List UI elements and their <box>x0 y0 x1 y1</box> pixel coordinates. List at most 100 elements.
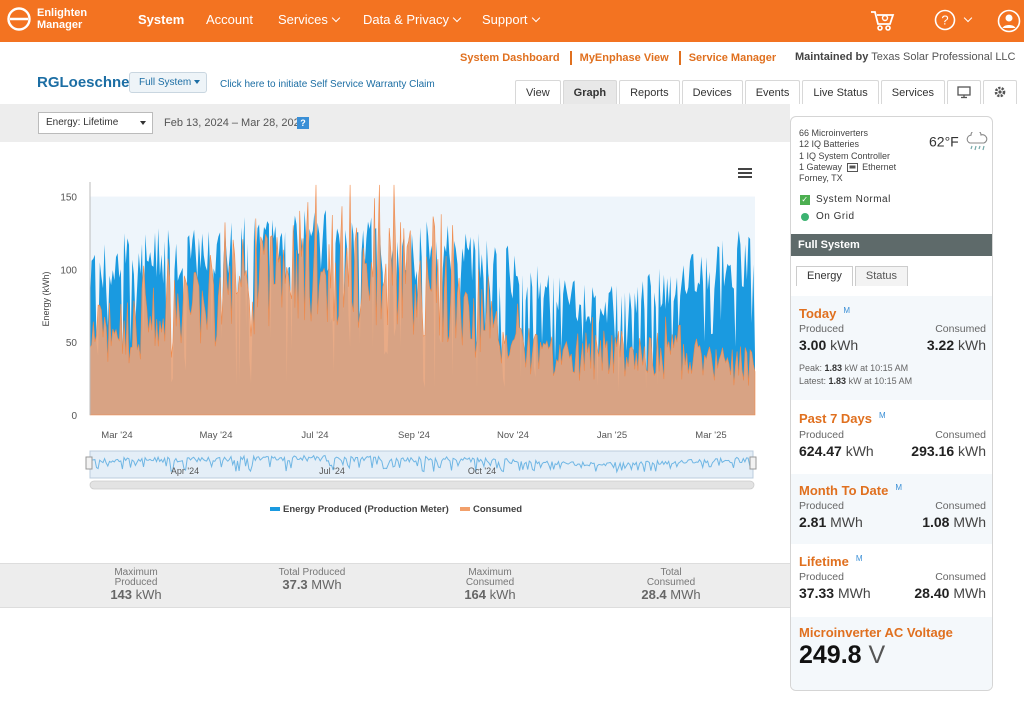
legend-swatch <box>270 507 280 511</box>
date-range: Feb 13, 2024 – Mar 28, 2025 <box>164 117 306 129</box>
legend-label: Consumed <box>473 504 522 515</box>
link-system-dashboard[interactable]: System Dashboard <box>460 52 560 64</box>
tab-live-status[interactable]: Live Status <box>802 80 879 104</box>
energy-range-select[interactable]: Energy: Lifetime <box>38 112 153 134</box>
summary-total-consumed: Total Consumed 28.4 MWh <box>625 568 717 602</box>
today-latest: Latest: 1.83 kW at 10:15 AM <box>799 376 912 386</box>
y-axis-title: Energy (kWh) <box>41 271 51 326</box>
weather: 62°F <box>929 129 989 154</box>
navigator-handle-right <box>749 456 757 470</box>
panel-tabs: Energy Status <box>796 266 910 286</box>
tab-reports[interactable]: Reports <box>619 80 680 104</box>
nav-data-privacy[interactable]: Data & Privacy <box>363 12 462 27</box>
today-title-text: Today <box>799 306 837 321</box>
gear-icon <box>994 86 1006 98</box>
x-tick-label: Jan '25 <box>597 430 627 441</box>
logo-text-line2: Manager <box>37 19 83 31</box>
past7-produced: 624.47 kWh <box>799 443 874 459</box>
today-produced: 3.00 kWh <box>799 337 858 353</box>
system-info: 66 Microinverters 12 IQ Batteries 1 IQ S… <box>799 128 896 184</box>
tab-view[interactable]: View <box>515 80 561 104</box>
summary-unit: MWh <box>670 587 701 602</box>
link-service-manager[interactable]: Service Manager <box>689 52 776 64</box>
today-peak: Peak: 1.83 kW at 10:15 AM <box>799 363 908 373</box>
tab-graph[interactable]: Graph <box>562 80 618 104</box>
latest-value: 1.83 <box>828 376 847 386</box>
x-tick-label: May '24 <box>200 430 233 441</box>
legend-swatch <box>460 507 470 511</box>
summary-value: 28.4 <box>641 587 667 602</box>
meter-badge: M <box>855 554 863 563</box>
lifetime-produced-value: 37.33 <box>799 585 835 601</box>
summary-unit: MWh <box>311 577 342 592</box>
enlighten-logo[interactable]: Enlighten Manager <box>6 6 87 32</box>
help-circle-icon: ? <box>934 9 956 31</box>
chevron-down-icon <box>963 13 973 23</box>
tab-status[interactable]: Status <box>854 266 909 286</box>
consumed-label: Consumed <box>935 500 986 512</box>
produced-label: Produced <box>799 323 844 335</box>
info-batteries: 12 IQ Batteries <box>799 139 860 150</box>
chart-menu-icon[interactable] <box>738 168 752 180</box>
today-title: Today M <box>799 306 850 321</box>
today-consumed-value: 3.22 <box>926 337 955 353</box>
section-title: Full System <box>791 234 992 256</box>
cart-icon[interactable] <box>870 9 896 36</box>
mtd-title: Month To Date M <box>799 483 902 498</box>
maintained-by-company: Texas Solar Professional LLC <box>871 51 1016 63</box>
x-tick-label: Sep '24 <box>398 430 430 441</box>
mtd-block: Month To Date M Produced Consumed 2.81 MW… <box>791 474 992 544</box>
navigator-tick-label: Apr '24 <box>171 466 199 476</box>
nav-account[interactable]: Account <box>206 12 253 27</box>
info-controller: 1 IQ System Controller <box>799 150 891 161</box>
summary-value: 164 <box>464 587 487 602</box>
lifetime-consumed-value: 28.40 <box>914 585 950 601</box>
legend-label: Energy Produced (Production Meter) <box>283 504 449 515</box>
past7-title-text: Past 7 Days <box>799 411 872 426</box>
system-select[interactable]: Full System <box>129 72 207 93</box>
navigator-handle-left <box>85 456 93 470</box>
energy-range-value: Energy: Lifetime <box>46 117 119 128</box>
chevron-down-icon <box>452 13 462 22</box>
tab-events[interactable]: Events <box>744 80 801 104</box>
graph-filter-bar: Energy: Lifetime Feb 13, 2024 – Mar 28, … <box>0 104 790 142</box>
help-icon[interactable]: ? <box>297 117 309 129</box>
lifetime-consumed: 28.40 MWh <box>914 585 986 601</box>
peak-rest: kW at 10:15 AM <box>844 363 909 373</box>
tab-services[interactable]: Services <box>880 80 945 104</box>
mtd-produced-unit: MWh <box>830 514 863 530</box>
info-location: Forney, TX <box>799 173 843 184</box>
summary-max-produced: Maximum Produced 143 kWh <box>90 568 182 602</box>
lifetime-consumed-unit: MWh <box>953 585 986 601</box>
lifetime-produced: 37.33 MWh <box>799 585 871 601</box>
nav-services[interactable]: Services <box>278 12 341 27</box>
tab-devices[interactable]: Devices <box>681 80 743 104</box>
voltage-block: Microinverter AC Voltage 249.8 V <box>791 617 992 690</box>
nav-system-label: System <box>138 12 185 27</box>
tab-energy[interactable]: Energy <box>796 266 853 286</box>
divider <box>569 51 572 65</box>
past7-block: Past 7 Days M Produced Consumed 624.47 kW… <box>791 402 992 472</box>
summary-max-consumed: Maximum Consumed 164 kWh <box>444 568 536 602</box>
meter-badge: M <box>895 483 902 492</box>
link-myenphase-view[interactable]: MyEnphase View <box>580 52 669 64</box>
status-normal-label: System Normal <box>816 194 891 205</box>
nav-account-label: Account <box>206 12 253 27</box>
voltage-unit: V <box>868 641 886 669</box>
help-menu[interactable]: ? <box>934 9 973 31</box>
tab-monitor[interactable] <box>946 80 981 104</box>
nav-support[interactable]: Support <box>482 12 540 27</box>
nav-support-label: Support <box>482 12 528 27</box>
check-icon: ✓ <box>800 194 810 205</box>
enphase-logo-icon <box>7 7 31 31</box>
user-icon[interactable] <box>997 9 1021 36</box>
today-consumed: 3.22 kWh <box>927 337 986 353</box>
warranty-claim-link[interactable]: Click here to initiate Self Service Warr… <box>220 79 435 90</box>
mtd-consumed: 1.08 MWh <box>922 514 986 530</box>
system-summary-panel: 66 Microinverters 12 IQ Batteries 1 IQ S… <box>790 116 993 691</box>
info-gateway-connection: Ethernet <box>862 161 897 172</box>
produced-label: Produced <box>799 500 844 512</box>
nav-system[interactable]: System <box>138 12 184 27</box>
tab-settings[interactable] <box>982 80 1017 104</box>
latest-label: Latest: <box>799 376 827 386</box>
